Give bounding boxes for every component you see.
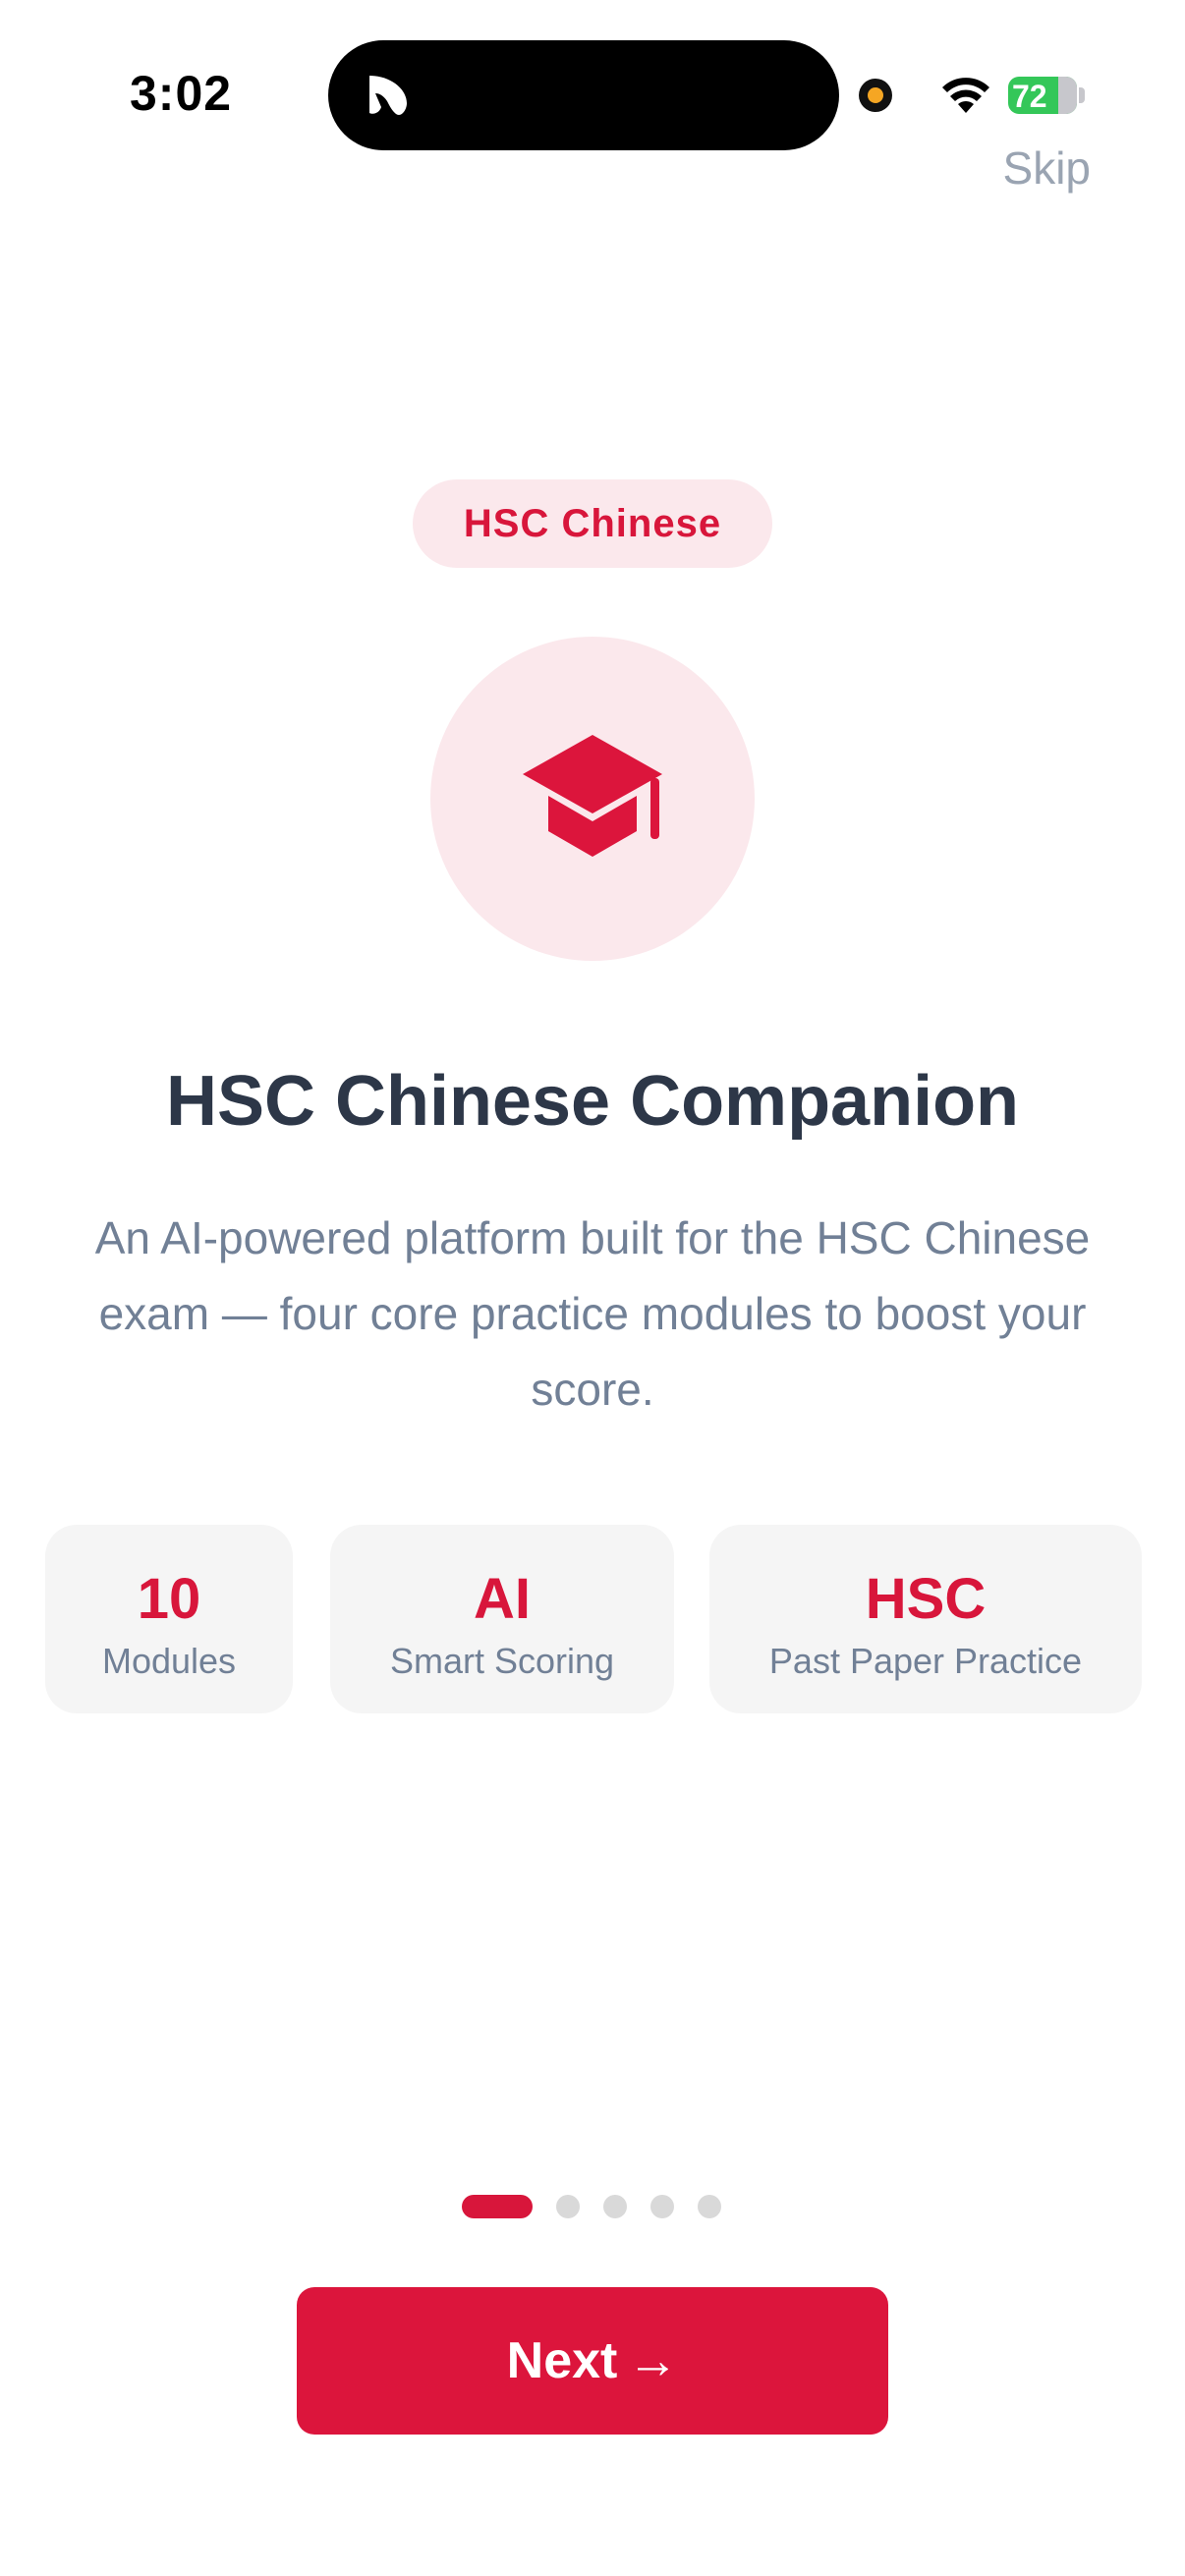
- graduation-cap-icon: [523, 735, 662, 857]
- arrow-right-icon: →: [627, 2332, 679, 2389]
- page-dot-3[interactable]: [603, 2195, 627, 2218]
- stat-card-smart-scoring: AI Smart Scoring: [330, 1525, 674, 1713]
- stat-value: AI: [474, 1567, 531, 1631]
- status-time: 3:02: [130, 66, 233, 121]
- next-label: Next: [506, 2332, 618, 2389]
- stat-card-modules: 10 Modules: [45, 1525, 293, 1713]
- page-dot-1[interactable]: [462, 2195, 533, 2218]
- page-dot-4[interactable]: [650, 2195, 674, 2218]
- stat-label: Smart Scoring: [389, 1641, 615, 1681]
- hero-icon-circle: [430, 637, 755, 961]
- stat-card-past-paper: HSC Past Paper Practice: [709, 1525, 1142, 1713]
- page-title: HSC Chinese Companion: [165, 1062, 1020, 1141]
- page-dot-2[interactable]: [556, 2195, 580, 2218]
- battery-icon: 72: [1008, 77, 1077, 114]
- next-button[interactable]: Next →: [297, 2287, 888, 2435]
- stat-label: Modules: [101, 1641, 237, 1681]
- page-description: An AI-powered platform built for the HSC…: [94, 1212, 1091, 1415]
- wifi-icon: [942, 78, 989, 113]
- stat-value: HSC: [865, 1567, 987, 1631]
- dynamic-island: [328, 40, 839, 150]
- stat-label: Past Paper Practice: [768, 1641, 1083, 1681]
- battery-level: 72: [1012, 79, 1047, 114]
- page-dot-5[interactable]: [698, 2195, 721, 2218]
- stat-value: 10: [137, 1567, 201, 1631]
- skip-button[interactable]: Skip: [1003, 141, 1091, 195]
- subject-badge: HSC Chinese: [413, 479, 772, 568]
- music-app-icon: [369, 76, 407, 115]
- privacy-indicator-icon: [859, 79, 892, 112]
